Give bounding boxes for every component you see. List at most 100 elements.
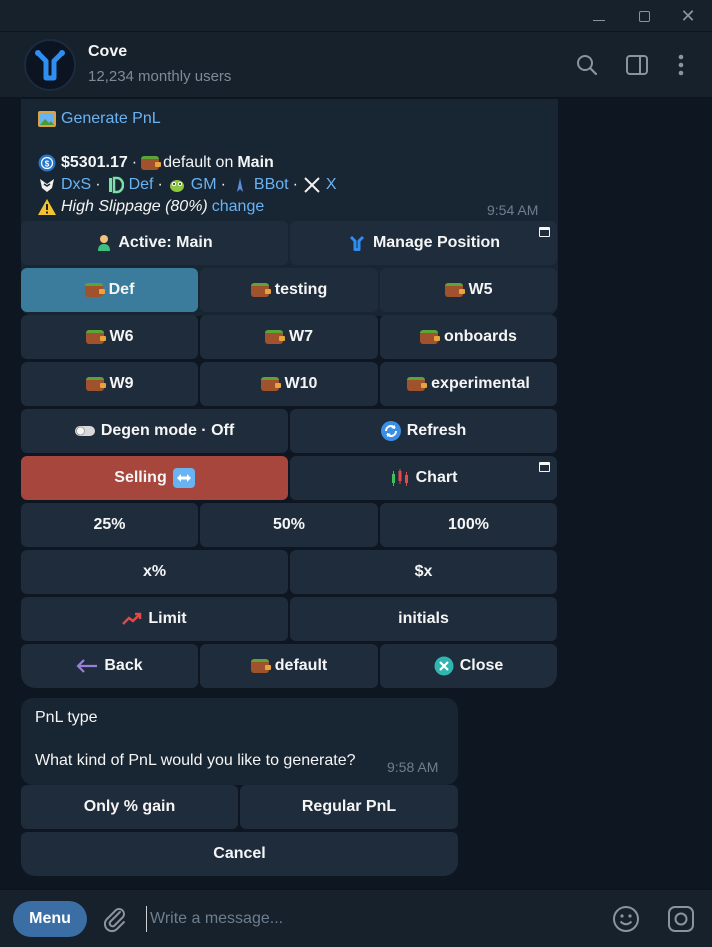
wallet-icon bbox=[260, 377, 281, 391]
link-bbot[interactable]: BBot bbox=[254, 176, 289, 194]
link-def[interactable]: Def bbox=[129, 176, 154, 194]
x-icon bbox=[302, 175, 322, 195]
initials-label: initials bbox=[398, 610, 449, 627]
attach-button[interactable] bbox=[100, 904, 130, 934]
generate-pnl-line: Generate PnL bbox=[37, 109, 161, 129]
wallet-label: W5 bbox=[468, 281, 493, 298]
emoji-icon bbox=[613, 906, 639, 932]
pnl-question: What kind of PnL would you like to gener… bbox=[35, 752, 356, 769]
svg-text:$: $ bbox=[45, 160, 50, 169]
close-button[interactable]: Close bbox=[380, 644, 557, 688]
toggle-off-icon bbox=[74, 426, 95, 436]
minimize-icon bbox=[593, 19, 605, 21]
message-input[interactable] bbox=[146, 906, 586, 932]
chart-label: Chart bbox=[415, 469, 458, 486]
wallet-icon bbox=[141, 156, 162, 170]
gmgn-icon bbox=[167, 175, 187, 195]
wallet-label: W10 bbox=[284, 375, 318, 392]
separator: · bbox=[157, 176, 163, 193]
sell-25-button[interactable]: 25% bbox=[21, 503, 198, 547]
message-time: 9:58 AM bbox=[387, 759, 439, 775]
maximize-button[interactable] bbox=[622, 0, 666, 32]
default-wallet-button[interactable]: default bbox=[200, 644, 378, 688]
slippage-text: High Slippage (80%) bbox=[61, 198, 208, 215]
pnl-type-title: PnL type bbox=[35, 709, 98, 726]
limit-button[interactable]: Limit bbox=[21, 597, 288, 641]
manage-position-button[interactable]: Manage Position bbox=[290, 221, 557, 265]
minimize-button[interactable] bbox=[577, 0, 621, 32]
warning-icon bbox=[37, 197, 57, 217]
wallet-w10-button[interactable]: W10 bbox=[200, 362, 378, 406]
sell-100-button[interactable]: 100% bbox=[380, 503, 557, 547]
initials-button[interactable]: initials bbox=[290, 597, 557, 641]
bot-menu-button[interactable]: Menu bbox=[13, 901, 87, 937]
window-titlebar: ✕ bbox=[0, 0, 712, 32]
balance-line: $ $5301.17 · default on Main bbox=[37, 153, 274, 173]
message-list[interactable]: Generate PnL $ $5301.17 · default on Mai… bbox=[0, 99, 712, 889]
side-panel-icon bbox=[626, 55, 648, 75]
wallet-experimental-button[interactable]: experimental bbox=[380, 362, 557, 406]
link-gm[interactable]: GM bbox=[191, 176, 217, 194]
cove-logo-icon bbox=[35, 50, 65, 81]
bbot-icon bbox=[230, 175, 250, 195]
search-button[interactable] bbox=[574, 52, 600, 78]
refresh-icon bbox=[380, 421, 401, 441]
chart-button[interactable]: Chart bbox=[290, 456, 557, 500]
wallet-icon bbox=[85, 330, 106, 344]
wallet-w6-button[interactable]: W6 bbox=[21, 315, 198, 359]
avatar[interactable] bbox=[24, 39, 76, 91]
wallet-main: Main bbox=[237, 154, 274, 171]
close-window-button[interactable]: ✕ bbox=[666, 0, 710, 32]
percent-label: 100% bbox=[448, 516, 489, 533]
more-button[interactable] bbox=[668, 52, 694, 78]
trending-up-icon bbox=[122, 612, 142, 625]
link-dxs[interactable]: DxS bbox=[61, 176, 91, 194]
wallet-label: W9 bbox=[109, 375, 134, 392]
chat-title[interactable]: Cove bbox=[88, 43, 127, 61]
change-link[interactable]: change bbox=[212, 198, 265, 216]
wallet-onboards-button[interactable]: onboards bbox=[380, 315, 557, 359]
web-app-icon bbox=[539, 227, 550, 237]
percent-label: 25% bbox=[93, 516, 126, 533]
wallet-icon bbox=[420, 330, 441, 344]
active-main-button[interactable]: Active: Main bbox=[21, 221, 288, 265]
emoji-button[interactable] bbox=[611, 904, 641, 934]
close-icon bbox=[434, 656, 454, 676]
refresh-button[interactable]: Refresh bbox=[290, 409, 557, 453]
separator: · bbox=[220, 176, 226, 193]
wallet-def-button[interactable]: Def bbox=[21, 268, 198, 312]
cancel-button[interactable]: Cancel bbox=[21, 832, 458, 876]
wallet-icon bbox=[85, 377, 106, 391]
paperclip-icon bbox=[103, 908, 125, 933]
message-time: 9:54 AM bbox=[487, 202, 539, 218]
default-label: default bbox=[274, 657, 328, 674]
selling-toggle-button[interactable]: Selling bbox=[21, 456, 288, 500]
wallet-w7-button[interactable]: W7 bbox=[200, 315, 378, 359]
wallet-w9-button[interactable]: W9 bbox=[21, 362, 198, 406]
generate-pnl-link[interactable]: Generate PnL bbox=[61, 110, 161, 128]
candlestick-chart-icon bbox=[391, 469, 408, 486]
custom-dollar-button[interactable]: $x bbox=[290, 550, 557, 594]
only-gain-button[interactable]: Only % gain bbox=[21, 785, 238, 829]
custom-percent-button[interactable]: x% bbox=[21, 550, 288, 594]
only-gain-label: Only % gain bbox=[83, 798, 176, 815]
refresh-label: Refresh bbox=[406, 422, 467, 439]
sell-50-button[interactable]: 50% bbox=[200, 503, 378, 547]
usdc-icon: $ bbox=[37, 153, 57, 173]
arrow-left-icon bbox=[76, 659, 98, 673]
wallet-w5-button[interactable]: W5 bbox=[380, 268, 557, 312]
regular-pnl-button[interactable]: Regular PnL bbox=[240, 785, 458, 829]
wallet-icon bbox=[265, 330, 285, 344]
wallet-icon bbox=[407, 377, 428, 391]
side-panel-button[interactable] bbox=[624, 52, 650, 78]
degen-mode-button[interactable]: Degen mode · Off bbox=[21, 409, 288, 453]
back-button[interactable]: Back bbox=[21, 644, 198, 688]
wallet-testing-button[interactable]: testing bbox=[200, 268, 378, 312]
back-label: Back bbox=[104, 657, 143, 674]
link-x[interactable]: X bbox=[326, 176, 337, 194]
slippage-line: High Slippage (80%) change bbox=[37, 197, 264, 217]
chat-subtitle: 12,234 monthly users bbox=[88, 68, 232, 85]
camera-button[interactable] bbox=[666, 904, 696, 934]
selling-label: Selling bbox=[114, 469, 167, 486]
defined-icon bbox=[105, 175, 125, 195]
